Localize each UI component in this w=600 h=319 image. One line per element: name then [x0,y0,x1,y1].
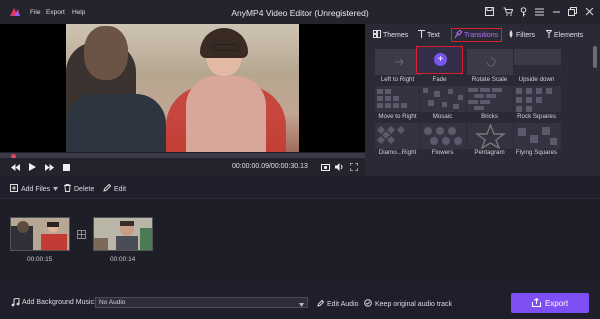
transition-tile-move-to-right[interactable] [374,85,422,112]
key-icon[interactable] [516,4,531,19]
text-icon [418,30,425,40]
transition-label: Fade [432,76,447,83]
clip-duration: 00:00:14 [110,256,136,263]
edit-audio-icon [317,299,325,309]
edit-audio-button[interactable]: Edit Audio [317,299,359,309]
filters-icon [508,30,514,40]
transition-tile-flying-squares[interactable] [513,122,561,149]
panel-scrollbar[interactable] [593,46,597,68]
checkbox-icon[interactable] [364,299,372,309]
transition-tile-mosaic[interactable] [419,85,467,112]
timecode: 00:00:00.09/00:00:30.13 [232,163,308,170]
transition-tile-flowers[interactable] [419,122,467,149]
transition-tile-pentagram[interactable] [466,122,514,150]
trash-icon [64,184,71,194]
themes-icon [373,30,381,40]
player-controls [0,158,365,176]
keep-audio-toggle[interactable]: Keep original audio track [364,299,452,309]
chevron-down-icon [53,186,59,193]
transition-label: Flying Squares [515,149,558,156]
transition-tile-upside-down[interactable] [513,48,561,75]
add-files-button[interactable]: Add Files [10,184,59,194]
volume-icon[interactable] [334,162,344,172]
stop-icon[interactable] [61,162,71,172]
timeline-clip[interactable] [93,217,153,251]
transition-label: Mosaic [432,113,453,120]
transition-label: Upside down [518,76,555,83]
transition-label: Rock Squares [517,113,556,120]
menu-icon[interactable] [532,4,547,19]
cart-icon[interactable] [500,4,515,19]
audio-select-value: No Audio [99,299,126,306]
delete-label: Delete [74,185,95,193]
export-label: Export [544,298,569,308]
add-file-icon [10,184,18,194]
transition-tile-diamond-right[interactable] [374,122,422,149]
transition-tile-left-to-right[interactable] [374,48,422,75]
export-button[interactable]: Export [511,293,589,313]
transition-label: Flowers [431,149,454,156]
transition-label: Pentagram [474,149,505,156]
tab-filters-label: Filters [516,31,536,39]
elements-icon [545,30,553,40]
restore-icon[interactable] [565,4,580,19]
transitions-icon [454,29,463,40]
edit-label: Edit [114,185,127,193]
snapshot-icon[interactable] [320,162,330,172]
save-icon[interactable] [482,4,497,19]
transition-tile-rock-squares[interactable] [513,85,561,112]
timeline [0,198,600,282]
keep-audio-label: Keep original audio track [375,300,453,308]
transition-tile-rotate-scale[interactable] [466,48,514,75]
play-icon[interactable] [27,162,37,172]
add-icon[interactable]: + [434,53,447,66]
music-icon [11,297,20,307]
tab-text[interactable]: Text [418,28,440,42]
transition-tile-fade[interactable]: + [416,46,463,74]
rewind-icon[interactable] [10,162,20,172]
fullscreen-icon[interactable] [349,162,359,172]
edit-audio-label: Edit Audio [327,300,359,308]
tab-elements-label: Elements [554,31,584,39]
tab-themes-label: Themes [383,31,409,39]
tab-elements[interactable]: Elements [545,28,584,42]
transition-tile-bricks[interactable] [466,85,514,112]
edit-icon [103,183,112,194]
tab-transitions[interactable]: Transitions [451,28,502,42]
clip-duration: 00:00:15 [27,256,53,263]
add-music-label: Add Background Music: [22,299,96,306]
audio-select[interactable]: No Audio [95,297,308,308]
tab-transitions-label: Transitions [464,31,498,39]
minimize-icon[interactable] [549,4,564,19]
tab-text-label: Text [427,31,440,39]
transition-label: Bricks [481,113,498,120]
transition-slot-icon[interactable] [77,230,86,239]
export-icon [531,297,541,309]
edit-button[interactable]: Edit [103,183,127,194]
chevron-down-icon [299,301,304,310]
timeline-clip[interactable] [10,217,70,251]
video-frame [66,24,299,152]
tab-themes[interactable]: Themes [373,28,408,42]
delete-button[interactable]: Delete [64,184,94,194]
add-files-label: Add Files [21,185,51,193]
transition-label: Rotate Scale [471,76,508,83]
close-icon[interactable] [582,4,597,19]
fast-forward-icon[interactable] [44,162,54,172]
tab-filters[interactable]: Filters [508,28,535,42]
